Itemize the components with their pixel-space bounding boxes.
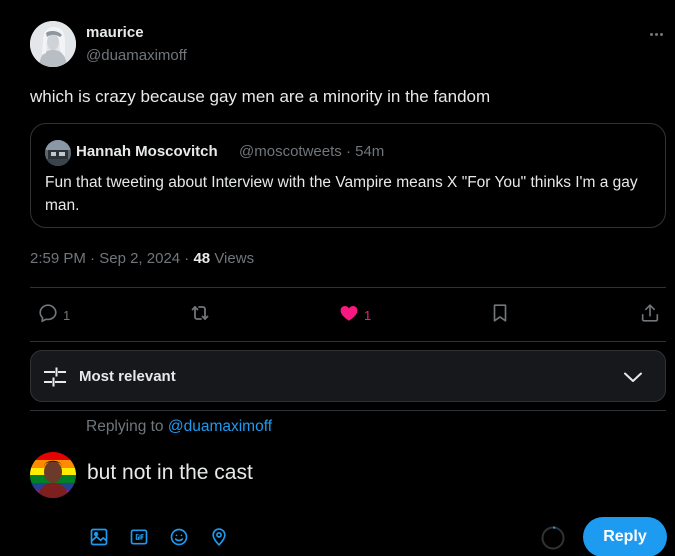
replying-to: Replying to @duamaximoff [86, 418, 272, 436]
quote-text: Fun that tweeting about Interview with t… [45, 174, 638, 214]
reply-count: 1 [63, 307, 71, 323]
reply-action[interactable]: 1 [37, 301, 70, 329]
more-icon[interactable] [644, 24, 668, 44]
reply-input[interactable]: but not in the cast [87, 461, 253, 485]
tweet-text: which is crazy because gay men are a min… [30, 87, 491, 106]
quoted-tweet[interactable]: Hannah Moscovitch @moscotweets · 54m Fun… [30, 123, 666, 228]
author-avatar[interactable] [30, 21, 76, 67]
current-user-avatar[interactable] [30, 452, 76, 498]
quote-author-name: Hannah Moscovitch [76, 143, 218, 160]
divider [30, 341, 666, 342]
retweet-icon [188, 301, 212, 330]
tweet-time[interactable]: 2:59 PM [30, 250, 86, 267]
divider [30, 287, 666, 288]
like-action[interactable]: 1 [338, 301, 371, 329]
share-icon [639, 302, 661, 329]
author-name[interactable]: maurice [86, 24, 144, 41]
replying-prefix: Replying to [86, 418, 164, 435]
reply-sort-dropdown[interactable]: Most relevant [30, 350, 666, 402]
sort-settings-icon [43, 365, 67, 394]
gif-icon[interactable] [129, 527, 149, 547]
retweet-action[interactable] [188, 301, 212, 329]
chevron-down-icon [621, 365, 645, 394]
tweet-date[interactable]: Sep 2, 2024 [99, 250, 180, 267]
reply-icon [37, 302, 59, 329]
meta-separator: · [345, 143, 356, 160]
tweet-detail-view: maurice @duamaximoff which is crazy beca… [0, 0, 675, 556]
like-count: 1 [364, 307, 372, 323]
meta-separator: · [90, 250, 100, 267]
sort-label: Most relevant [79, 368, 176, 385]
quote-author-handle: @moscotweets [239, 143, 342, 160]
views-label: Views [214, 250, 255, 267]
quote-author-avatar [45, 140, 71, 166]
author-handle[interactable]: @duamaximoff [86, 47, 187, 64]
media-icon[interactable] [89, 527, 109, 547]
location-icon[interactable] [209, 527, 229, 547]
bookmark-icon [489, 302, 511, 329]
quote-meta: @moscotweets · 54m [239, 143, 384, 160]
emoji-icon[interactable] [169, 527, 189, 547]
tweet-meta: 2:59 PM · Sep 2, 2024 · 48 Views [30, 250, 254, 267]
quote-age: 54m [355, 143, 385, 160]
like-icon [338, 302, 360, 329]
share-action[interactable] [639, 301, 661, 329]
divider [30, 410, 666, 411]
replying-handle[interactable]: @duamaximoff [168, 418, 272, 435]
views-count: 48 [193, 250, 211, 267]
character-count-ring [540, 525, 566, 551]
bookmark-action[interactable] [489, 301, 511, 329]
reply-button[interactable]: Reply [583, 517, 667, 556]
